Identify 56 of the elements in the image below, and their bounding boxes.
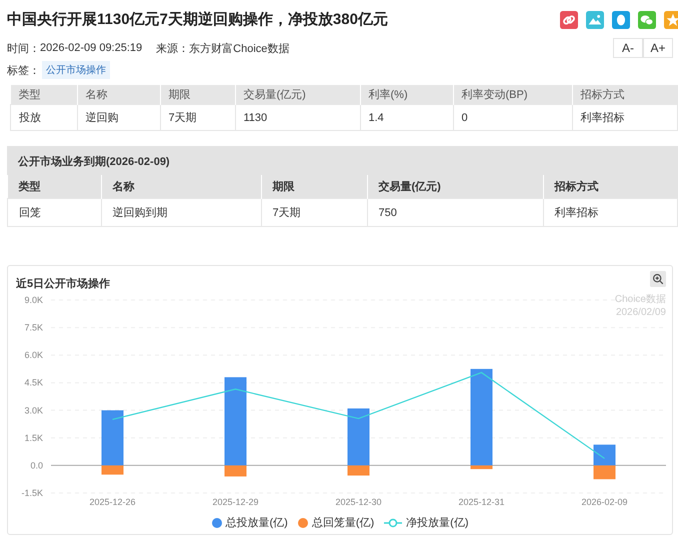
font-size-button[interactable]: A- <box>613 38 643 58</box>
chat-icon[interactable] <box>638 10 656 28</box>
chart-title: 近5日公开市场操作 <box>16 276 110 290</box>
tag[interactable]: 公开市场操作 <box>42 61 110 79</box>
y-tick-label: 0.0 <box>30 460 43 470</box>
article-title: 中国央行开展1130亿元7天期逆回购操作，净投放380亿元 <box>7 10 388 29</box>
y-tick-label: 6.0K <box>24 350 43 360</box>
source-name: 东方财富Choice数据 <box>189 42 290 56</box>
font-size-button[interactable]: A+ <box>643 38 673 58</box>
table-cell: 逆回购 <box>77 104 160 130</box>
legend-label[interactable]: 净投放量(亿) <box>406 515 468 530</box>
table-cell: 逆回购到期 <box>101 198 261 226</box>
legend-label[interactable]: 总回笼量(亿) <box>312 515 374 530</box>
table-cell: 1130 <box>235 104 360 130</box>
publish-time: 2026-02-09 09:25:19 <box>40 42 142 54</box>
y-tick-label: -1.5K <box>21 488 43 498</box>
y-tick-label: 1.5K <box>24 432 43 443</box>
column-header: 利率变动(BP) <box>453 85 572 104</box>
column-header: 期限 <box>261 175 367 198</box>
table-cell: 0 <box>453 104 572 130</box>
column-header: 交易量(亿元) <box>367 175 543 198</box>
table-cell: 7天期 <box>261 198 367 226</box>
tags-label: 标签： <box>7 64 40 78</box>
column-header: 名称 <box>77 85 160 104</box>
time-label: 时间： <box>7 42 40 56</box>
y-tick-label: 4.5K <box>24 378 43 388</box>
column-header: 招标方式 <box>572 85 678 104</box>
column-header: 名称 <box>101 175 261 198</box>
table-cell: 利率招标 <box>543 198 678 226</box>
column-header: 类型 <box>10 85 77 104</box>
column-header: 交易量(亿元) <box>235 85 360 104</box>
x-tick-label: 2025-12-30 <box>335 497 382 507</box>
column-header: 招标方式 <box>543 175 678 198</box>
zoom-in-icon[interactable] <box>650 271 666 287</box>
y-tick-label: 7.5K <box>24 322 43 333</box>
section-title: 公开市场业务到期(2026-02-09) <box>7 146 678 175</box>
table-cell: 回笼 <box>8 198 101 226</box>
table-cell: 利率招标 <box>572 104 678 130</box>
table-cell: 750 <box>367 198 543 226</box>
x-tick-label: 2026-02-09 <box>581 497 628 507</box>
source-label: 来源： <box>156 42 190 56</box>
column-header: 类型 <box>8 175 101 198</box>
x-tick-label: 2025-12-26 <box>89 497 136 507</box>
column-header: 利率(%) <box>360 85 453 104</box>
column-header: 期限 <box>160 85 235 104</box>
y-tick-label: 3.0K <box>24 405 43 416</box>
y-tick-label: 9.0K <box>24 295 43 305</box>
table-cell: 1.4 <box>360 104 453 130</box>
legend-label[interactable]: 总投放量(亿) <box>226 515 288 530</box>
star-icon[interactable] <box>664 10 678 28</box>
picture-icon[interactable] <box>586 10 604 28</box>
link-icon[interactable] <box>560 10 578 28</box>
x-tick-label: 2025-12-31 <box>458 497 505 507</box>
table-cell: 7天期 <box>160 104 235 130</box>
table-cell: 投放 <box>10 104 77 130</box>
x-tick-label: 2025-12-29 <box>212 497 259 507</box>
